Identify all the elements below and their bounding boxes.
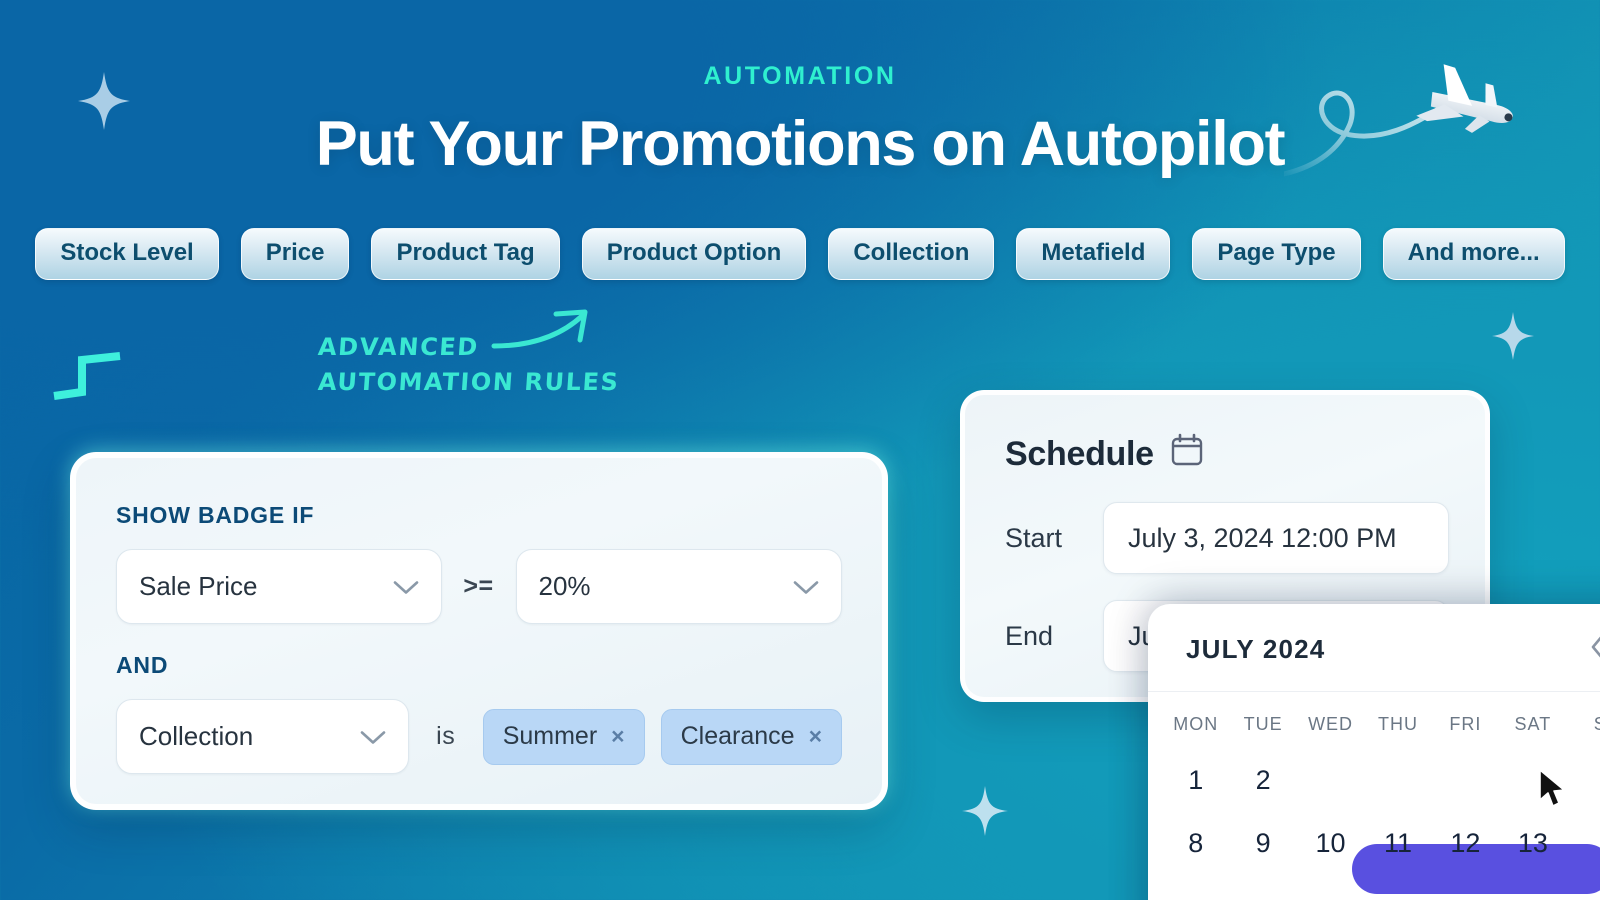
calendar-day[interactable]: 8 [1162, 812, 1229, 875]
weekday-mon: MON [1173, 714, 1219, 734]
chevron-down-icon [393, 571, 419, 602]
calendar-day[interactable]: 4 [1364, 749, 1431, 812]
rule-card-title: SHOW BADGE IF [116, 502, 315, 528]
sparkle-icon [1492, 312, 1534, 360]
field-select-collection[interactable]: Collection [116, 699, 409, 774]
eyebrow-label: AUTOMATION [703, 62, 897, 90]
calendar-day[interactable]: 13 [1499, 812, 1566, 875]
start-date-input[interactable]: July 3, 2024 12:00 PM [1103, 502, 1449, 574]
chevron-down-icon [793, 571, 819, 602]
tag-label: Summer [502, 722, 598, 750]
end-label: End [1005, 620, 1054, 651]
calendar-day[interactable]: 10 [1297, 812, 1364, 875]
page-title: Put Your Promotions on Autopilot [315, 109, 1286, 179]
rule-row-2: Collection is Summer × Clearance × [116, 699, 842, 774]
calendar-icon [1170, 433, 1204, 476]
pill-product-tag[interactable]: Product Tag [371, 228, 560, 280]
close-icon[interactable]: × [611, 723, 624, 750]
weekday-thu: THU [1377, 714, 1418, 734]
calendar-day[interactable]: 5 [1432, 749, 1499, 812]
weekday-sun: S [1567, 692, 1600, 749]
calendar-day[interactable]: 12 [1432, 812, 1499, 875]
chevron-down-icon [360, 721, 386, 752]
chevron-left-icon[interactable] [1582, 630, 1600, 669]
weekday-sat: SAT [1514, 714, 1552, 734]
operator-label: is [436, 722, 456, 750]
schedule-title-row: Schedule [1005, 433, 1449, 476]
calendar-day[interactable]: 2 [1229, 749, 1296, 812]
value-select-value: 20% [538, 571, 591, 601]
pill-page-type[interactable]: Page Type [1192, 228, 1361, 280]
pill-metafield[interactable]: Metafield [1016, 228, 1171, 280]
start-date-value: July 3, 2024 12:00 PM [1128, 522, 1397, 553]
tag-summer[interactable]: Summer × [482, 708, 645, 765]
weekday-wed: WED [1308, 714, 1354, 734]
calendar-month-title: JULY 2024 [1186, 634, 1326, 664]
tag-clearance[interactable]: Clearance × [660, 708, 842, 765]
pill-stock-level[interactable]: Stock Level [35, 228, 219, 280]
automation-rule-card: SHOW BADGE IF Sale Price >= 20% AND Coll… [70, 452, 888, 810]
step-line-icon [52, 352, 124, 405]
calendar-day[interactable]: 11 [1364, 812, 1431, 875]
tag-label: Clearance [680, 722, 795, 750]
sparkle-icon [962, 786, 1008, 836]
field-select-sale-price[interactable]: Sale Price [116, 549, 442, 624]
weekday-tue: TUE [1243, 714, 1283, 734]
pill-price[interactable]: Price [240, 228, 350, 280]
calendar-day[interactable] [1567, 812, 1600, 875]
tag-list: Summer × Clearance × [482, 708, 842, 765]
calendar-grid: MON TUE WED THU FRI SAT S 1 2 3 4 5 6 8 … [1148, 692, 1600, 875]
schedule-title: Schedule [1005, 435, 1154, 473]
field-select-value: Sale Price [139, 571, 258, 601]
feature-pill-row: Stock Level Price Product Tag Product Op… [0, 228, 1600, 280]
mouse-cursor-icon [1538, 768, 1568, 815]
calendar-popup: JULY 2024 MON TUE WED THU FRI SAT S 1 2 … [1148, 604, 1600, 900]
operator-label: >= [463, 572, 494, 600]
value-select-percent[interactable]: 20% [515, 549, 842, 624]
schedule-start-row: Start July 3, 2024 12:00 PM [1005, 502, 1449, 574]
pill-product-option[interactable]: Product Option [581, 228, 807, 280]
start-label: Start [1005, 522, 1063, 553]
calendar-day[interactable]: 9 [1229, 812, 1296, 875]
pill-and-more[interactable]: And more... [1382, 228, 1565, 280]
calendar-day[interactable] [1567, 749, 1600, 812]
annotation-line-2: AUTOMATION RULES [317, 367, 621, 396]
weekday-fri: FRI [1449, 714, 1482, 734]
field-select-value: Collection [139, 721, 254, 751]
pill-collection[interactable]: Collection [828, 228, 995, 280]
calendar-header: JULY 2024 [1148, 604, 1600, 692]
calendar-day[interactable]: 3 [1297, 749, 1364, 812]
rule-conjunction-and: AND [116, 652, 169, 678]
rule-row-1: Sale Price >= 20% [116, 549, 842, 624]
curved-arrow-icon [490, 306, 600, 367]
calendar-day[interactable]: 1 [1162, 749, 1229, 812]
close-icon[interactable]: × [809, 723, 822, 750]
